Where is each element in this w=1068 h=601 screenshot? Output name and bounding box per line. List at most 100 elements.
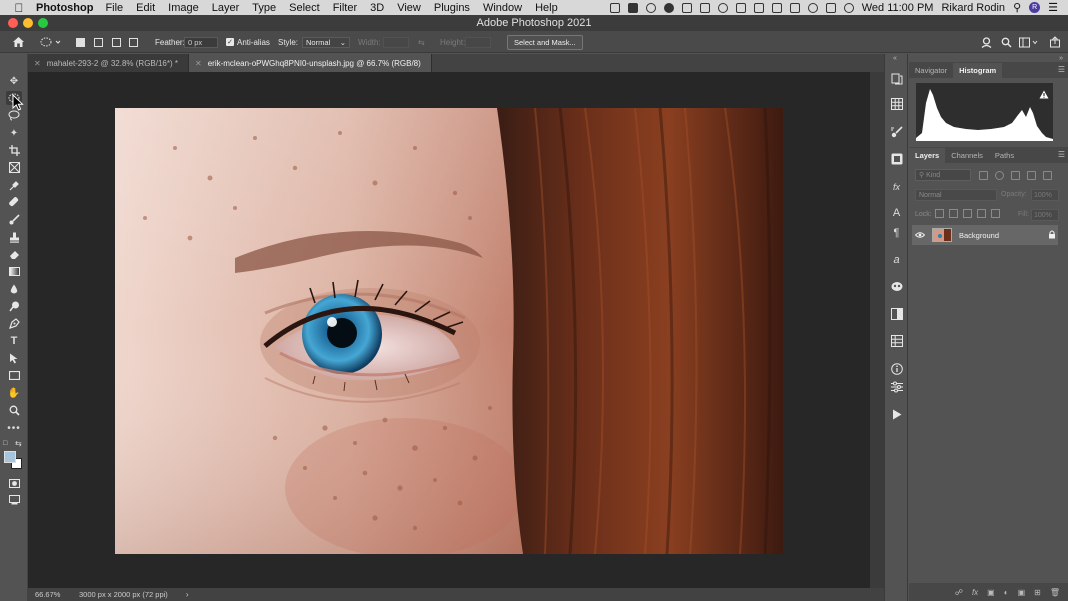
zoom-level[interactable]: 66.67% <box>35 590 79 599</box>
type-tool-icon[interactable]: T <box>6 334 22 348</box>
screen-record-icon[interactable] <box>609 2 620 13</box>
pen-tool-icon[interactable] <box>6 316 22 330</box>
tab-paths[interactable]: Paths <box>989 148 1020 163</box>
style-select[interactable]: Normal ⌄ <box>302 36 350 48</box>
select-and-mask-button[interactable]: Select and Mask... <box>507 34 583 50</box>
new-selection-icon[interactable] <box>76 31 85 53</box>
control-center-icon[interactable]: ☰ <box>1048 1 1058 14</box>
subtract-from-selection-icon[interactable] <box>112 31 121 53</box>
move-tool-icon[interactable]: ✥ <box>6 74 22 88</box>
dodge-tool-icon[interactable] <box>6 299 22 313</box>
rectangle-tool-icon[interactable] <box>6 368 22 382</box>
feather-input[interactable]: 0 px <box>184 36 218 48</box>
collapse-dock-icon[interactable]: » <box>1059 55 1063 62</box>
warning-icon[interactable] <box>1039 86 1049 104</box>
new-group-icon[interactable]: ▣ <box>1018 588 1026 597</box>
screen-mode-icon[interactable] <box>6 493 22 507</box>
add-to-selection-icon[interactable] <box>94 31 103 53</box>
actions-panel-icon[interactable] <box>890 408 903 421</box>
airplay-icon[interactable] <box>825 2 836 13</box>
new-layer-icon[interactable]: ⊞ <box>1034 588 1041 597</box>
lock-artboard-icon[interactable] <box>977 209 986 218</box>
bluetooth-icon[interactable] <box>771 2 782 13</box>
adjustments-panel-icon[interactable] <box>890 152 903 165</box>
fill-input[interactable]: 100% <box>1031 209 1059 221</box>
styles-panel-icon[interactable]: fx <box>890 180 903 193</box>
wifi-icon[interactable] <box>843 2 854 13</box>
share-icon[interactable] <box>1049 31 1061 53</box>
swatches-panel-icon[interactable] <box>890 97 903 110</box>
brush-tool-icon[interactable] <box>6 212 22 226</box>
filter-pixel-icon[interactable] <box>979 171 988 180</box>
menu-clock[interactable]: Wed 11:00 PM <box>862 2 934 14</box>
workspace-switcher-icon[interactable] <box>1019 31 1039 53</box>
anti-alias-checkbox[interactable]: ✓ Anti-alias <box>226 31 270 53</box>
collapse-panels-icon[interactable]: « <box>893 55 897 62</box>
menu-help[interactable]: Help <box>535 2 558 14</box>
quick-mask-icon[interactable] <box>6 476 22 490</box>
tab-navigator[interactable]: Navigator <box>909 63 953 78</box>
tab-histogram[interactable]: Histogram <box>953 63 1003 78</box>
menu-window[interactable]: Window <box>483 2 522 14</box>
lock-icon[interactable] <box>1046 230 1058 241</box>
add-mask-icon[interactable]: ▣ <box>987 588 995 597</box>
user-avatar[interactable]: R <box>1029 2 1041 13</box>
layer-kind-filter[interactable]: ⚲ Kind <box>915 169 971 181</box>
menu-file[interactable]: File <box>105 2 123 14</box>
document-info[interactable]: 3000 px x 2000 px (72 ppi) <box>79 590 168 599</box>
default-colors-icon[interactable]: □ <box>3 440 7 447</box>
layer-name[interactable]: Background <box>959 231 1046 240</box>
eyedropper-tool-icon[interactable] <box>6 178 22 192</box>
battery-icon[interactable] <box>789 2 800 13</box>
photo-image[interactable] <box>115 108 783 554</box>
tab-channels[interactable]: Channels <box>945 148 989 163</box>
sync-icon[interactable] <box>717 2 728 13</box>
blend-mode-select[interactable]: Normal <box>915 189 997 201</box>
document-canvas[interactable] <box>28 72 870 588</box>
screenshot-icon[interactable] <box>681 2 692 13</box>
close-tab-icon[interactable]: ✕ <box>34 59 41 68</box>
filter-type-icon[interactable] <box>1011 171 1020 180</box>
3d-panel-icon[interactable] <box>890 280 903 293</box>
filter-adjustment-icon[interactable] <box>995 171 1004 180</box>
brushes-panel-icon[interactable] <box>890 125 903 138</box>
gradients-panel-icon[interactable] <box>890 307 903 320</box>
dropbox-icon[interactable] <box>627 2 638 13</box>
filter-shape-icon[interactable] <box>1027 171 1036 180</box>
path-selection-tool-icon[interactable] <box>6 351 22 365</box>
menu-select[interactable]: Select <box>289 2 320 14</box>
document-tab[interactable]: ✕ mahalet-293-2 @ 32.8% (RGB/16*) * <box>28 54 189 72</box>
zoom-tool-icon[interactable] <box>6 403 22 417</box>
document-tab-active[interactable]: ✕ erik-mclean-oPWGhq8PNI0-unsplash.jpg @… <box>189 54 432 72</box>
width-input[interactable] <box>383 36 409 48</box>
delete-layer-icon[interactable]: 🗑 <box>1050 588 1060 597</box>
paragraph-panel-icon[interactable]: ¶ <box>890 226 903 239</box>
eraser-tool-icon[interactable] <box>6 247 22 261</box>
hand-tool-icon[interactable]: ✋ <box>6 386 22 400</box>
filter-smart-object-icon[interactable] <box>1043 171 1052 180</box>
foreground-color-swatch[interactable] <box>4 451 16 463</box>
lock-image-icon[interactable] <box>949 209 958 218</box>
clone-stamp-tool-icon[interactable] <box>6 230 22 244</box>
menu-image[interactable]: Image <box>168 2 199 14</box>
marquee-preset-icon[interactable] <box>40 31 62 53</box>
lock-all-icon[interactable] <box>991 209 1000 218</box>
add-layer-style-icon[interactable]: fx <box>972 588 978 597</box>
creative-cloud-icon[interactable] <box>645 2 656 13</box>
height-input[interactable] <box>465 36 491 48</box>
menu-3d[interactable]: 3D <box>370 2 384 14</box>
apple-menu-icon[interactable]:  <box>12 1 26 15</box>
layer-thumbnail[interactable] <box>932 228 952 242</box>
gradient-tool-icon[interactable] <box>6 264 22 278</box>
eye-icon[interactable] <box>912 231 928 240</box>
close-tab-icon[interactable]: ✕ <box>195 59 202 68</box>
menu-type[interactable]: Type <box>252 2 276 14</box>
more-tools-icon[interactable]: ••• <box>6 421 22 435</box>
character-panel-icon[interactable]: A <box>890 206 903 219</box>
menu-edit[interactable]: Edit <box>136 2 155 14</box>
frame-tool-icon[interactable] <box>6 160 22 174</box>
crop-tool-icon[interactable] <box>6 143 22 157</box>
time-machine-icon[interactable] <box>807 2 818 13</box>
layer-row-background[interactable]: Background <box>912 225 1058 245</box>
swap-colors-icon[interactable]: ⇆ <box>15 439 22 448</box>
